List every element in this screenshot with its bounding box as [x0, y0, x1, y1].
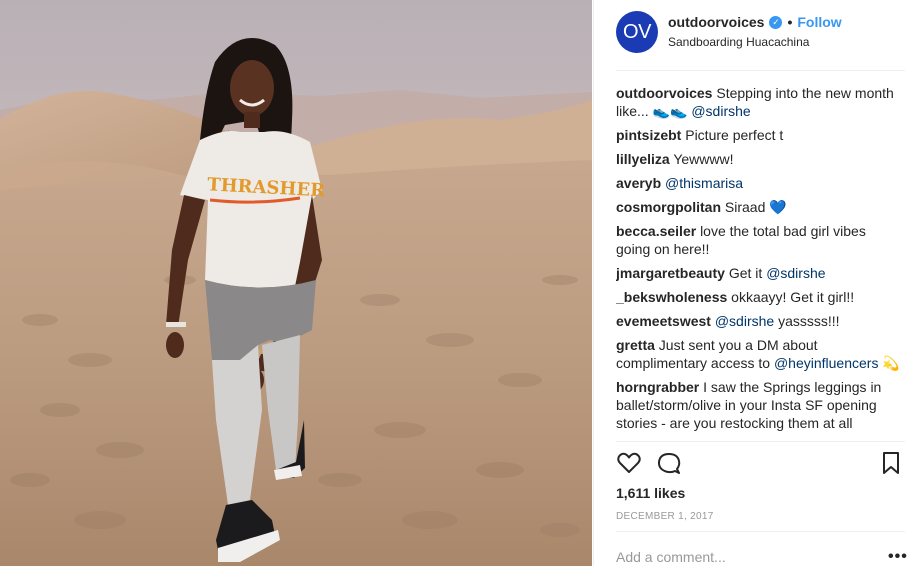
- comment-username[interactable]: becca.seiler: [616, 223, 696, 239]
- avatar[interactable]: OV: [616, 11, 658, 53]
- comment-mention[interactable]: @heyinfluencers: [774, 355, 879, 371]
- comment-item: gretta Just sent you a DM about complime…: [616, 336, 901, 372]
- follow-button[interactable]: Follow: [797, 14, 841, 30]
- comment-text: Yewwww!: [673, 151, 734, 167]
- comment-item: averyb @thismarisa: [616, 174, 901, 192]
- account-row: outdoorvoices ✓ • Follow: [668, 14, 842, 30]
- header-divider: [616, 70, 905, 71]
- comment-item: outdoorvoices Stepping into the new mont…: [616, 84, 901, 120]
- comment-username[interactable]: outdoorvoices: [616, 85, 712, 101]
- comment-mention[interactable]: @sdirshe: [715, 313, 774, 329]
- add-comment-divider: [616, 531, 905, 532]
- location-link[interactable]: Sandboarding Huacachina: [668, 35, 809, 49]
- post-actions: [616, 450, 899, 480]
- bookmark-icon[interactable]: [878, 450, 904, 476]
- comments-list[interactable]: outdoorvoices Stepping into the new mont…: [616, 84, 901, 442]
- comment-trailing-text: t: [779, 127, 784, 143]
- heart-icon[interactable]: [616, 450, 642, 476]
- desert-photo-image: THRASHER: [0, 0, 592, 566]
- post-date: DECEMBER 1, 2017: [616, 511, 714, 522]
- comment-mention[interactable]: @sdirshe: [691, 103, 750, 119]
- comment-item: evemeetswest @sdirshe yasssss!!!: [616, 312, 901, 330]
- comment-username[interactable]: evemeetswest: [616, 313, 711, 329]
- add-comment-input[interactable]: [616, 549, 876, 565]
- comment-text: okkaayy! Get it girl!!: [731, 289, 855, 305]
- comment-username[interactable]: _bekswholeness: [616, 289, 727, 305]
- comment-emoji: 💙: [769, 199, 787, 215]
- comment-username[interactable]: lillyeliza: [616, 151, 670, 167]
- comment-item: lillyeliza Yewwww!: [616, 150, 901, 168]
- comment-item: _bekswholeness okkaayy! Get it girl!!: [616, 288, 901, 306]
- comment-mention[interactable]: @thismarisa: [665, 175, 743, 191]
- separator-dot: •: [787, 14, 793, 30]
- comment-username[interactable]: horngrabber: [616, 379, 699, 395]
- comment-username[interactable]: gretta: [616, 337, 655, 353]
- comment-username[interactable]: cosmorgpolitan: [616, 199, 721, 215]
- comment-item: becca.seiler love the total bad girl vib…: [616, 222, 901, 258]
- comment-mention[interactable]: @sdirshe: [766, 265, 825, 281]
- comment-item: horngrabber I saw the Springs leggings i…: [616, 378, 901, 432]
- comment-item: jmargaretbeauty Get it @sdirshe: [616, 264, 901, 282]
- comment-username[interactable]: averyb: [616, 175, 661, 191]
- comment-text: Picture perfect: [685, 127, 776, 143]
- account-username[interactable]: outdoorvoices: [668, 14, 764, 30]
- verified-badge-icon: ✓: [769, 15, 783, 29]
- post-panel: OV outdoorvoices ✓ • Follow Sandboarding…: [593, 0, 916, 566]
- more-options-button[interactable]: •••: [888, 548, 908, 566]
- comment-username[interactable]: jmargaretbeauty: [616, 265, 725, 281]
- post-photo[interactable]: THRASHER: [0, 0, 592, 566]
- actions-divider: [616, 441, 905, 442]
- comment-username[interactable]: pintsizebt: [616, 127, 681, 143]
- post-header: OV outdoorvoices ✓ • Follow Sandboarding…: [594, 0, 916, 70]
- like-count[interactable]: 1,611 likes: [616, 485, 685, 501]
- comment-text: Siraad: [724, 199, 766, 215]
- comment-emoji: 👟👟: [652, 103, 688, 119]
- comment-emoji: 💫: [882, 355, 900, 371]
- comment-text: Get it: [728, 265, 763, 281]
- comment-item: pintsizebt Picture perfect t: [616, 126, 901, 144]
- comment-item: cosmorgpolitan Siraad 💙: [616, 198, 901, 216]
- comment-trailing-text: yasssss!!!: [778, 313, 840, 329]
- comment-icon[interactable]: [656, 450, 682, 476]
